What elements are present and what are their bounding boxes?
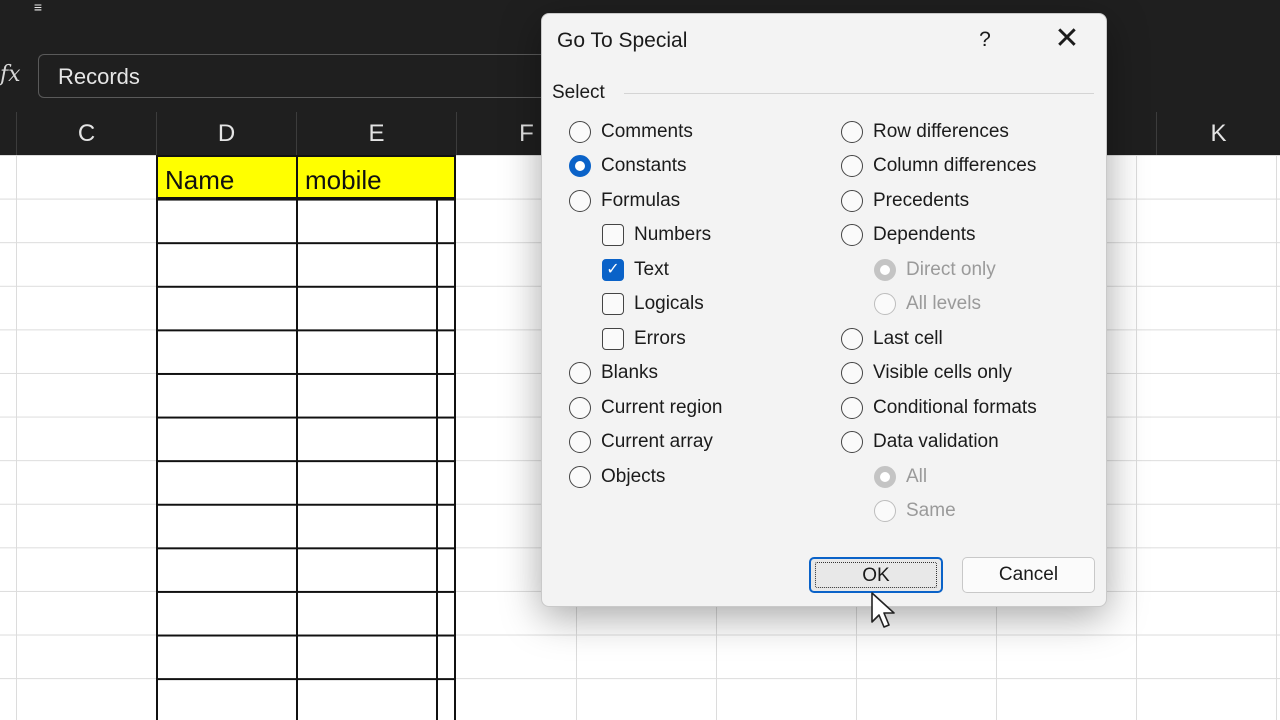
- option-label: Blanks: [601, 362, 659, 383]
- ok-button[interactable]: OK: [809, 557, 943, 593]
- option-visible-cells-only[interactable]: Visible cells only: [841, 358, 1012, 388]
- help-button[interactable]: ?: [970, 24, 1000, 56]
- option-text[interactable]: ✓ Text: [602, 255, 669, 285]
- radio-column-differences[interactable]: [841, 155, 863, 177]
- column-header-e[interactable]: E: [296, 112, 456, 155]
- option-label: Same: [906, 500, 956, 521]
- option-label: All: [906, 466, 928, 487]
- bordered-table[interactable]: [156, 155, 456, 720]
- option-label: Constants: [601, 155, 687, 176]
- option-current-region[interactable]: Current region: [569, 393, 722, 423]
- radio-formulas[interactable]: [569, 190, 591, 212]
- column-header-c[interactable]: C: [16, 112, 156, 155]
- option-direct-only: Direct only: [874, 255, 996, 285]
- option-precedents[interactable]: Precedents: [841, 186, 969, 216]
- cell-d-name[interactable]: Name: [156, 155, 298, 199]
- fx-icon[interactable]: fx: [0, 58, 24, 92]
- option-label: Direct only: [906, 259, 996, 280]
- option-all-levels: All levels: [874, 289, 981, 319]
- cell-e-mobile[interactable]: mobile: [296, 155, 456, 199]
- formula-value: Records: [58, 64, 140, 89]
- option-conditional-formats[interactable]: Conditional formats: [841, 393, 1037, 423]
- option-label: Row differences: [873, 121, 1009, 142]
- option-same: Same: [874, 496, 956, 526]
- radio-conditional-formats[interactable]: [841, 397, 863, 419]
- option-label: Errors: [634, 328, 686, 349]
- radio-current-region[interactable]: [569, 397, 591, 419]
- radio-comments[interactable]: [569, 121, 591, 143]
- radio-blanks[interactable]: [569, 362, 591, 384]
- option-label: Comments: [601, 121, 693, 142]
- option-errors[interactable]: Errors: [602, 324, 686, 354]
- option-formulas[interactable]: Formulas: [569, 186, 680, 216]
- option-label: All levels: [906, 293, 981, 314]
- radio-current-array[interactable]: [569, 431, 591, 453]
- option-logicals[interactable]: Logicals: [602, 289, 704, 319]
- radio-visible-cells-only[interactable]: [841, 362, 863, 384]
- radio-all-levels: [874, 293, 896, 315]
- radio-constants[interactable]: [569, 155, 591, 177]
- checkbox-text[interactable]: ✓: [602, 259, 624, 281]
- option-label: Logicals: [634, 293, 704, 314]
- option-all: All: [874, 462, 927, 492]
- radio-all: [874, 466, 896, 488]
- option-label: Current region: [601, 397, 723, 418]
- group-divider: [624, 93, 1094, 94]
- option-label: Last cell: [873, 328, 943, 349]
- option-label: Numbers: [634, 224, 712, 245]
- focus-ring: [815, 562, 937, 588]
- option-objects[interactable]: Objects: [569, 462, 665, 492]
- radio-row-differences[interactable]: [841, 121, 863, 143]
- column-header-k[interactable]: K: [1156, 112, 1280, 155]
- option-column-differences[interactable]: Column differences: [841, 151, 1036, 181]
- radio-data-validation[interactable]: [841, 431, 863, 453]
- option-label: Formulas: [601, 190, 681, 211]
- radio-dependents[interactable]: [841, 224, 863, 246]
- option-label: Conditional formats: [873, 397, 1037, 418]
- option-row-differences[interactable]: Row differences: [841, 117, 1009, 147]
- go-to-special-dialog: Go To Special ? ✕ Select Comments Consta…: [541, 13, 1107, 607]
- close-button[interactable]: ✕: [1050, 22, 1084, 56]
- option-numbers[interactable]: Numbers: [602, 220, 711, 250]
- radio-precedents[interactable]: [841, 190, 863, 212]
- option-label: Dependents: [873, 224, 976, 245]
- quick-access-customize-icon[interactable]: ≡: [28, 0, 48, 18]
- option-comments[interactable]: Comments: [569, 117, 693, 147]
- radio-same: [874, 500, 896, 522]
- radio-direct-only: [874, 259, 896, 281]
- option-last-cell[interactable]: Last cell: [841, 324, 943, 354]
- radio-last-cell[interactable]: [841, 328, 863, 350]
- option-dependents[interactable]: Dependents: [841, 220, 975, 250]
- option-label: Column differences: [873, 155, 1037, 176]
- checkbox-errors[interactable]: [602, 328, 624, 350]
- checkbox-logicals[interactable]: [602, 293, 624, 315]
- mouse-pointer-icon: [871, 592, 895, 628]
- option-label: Objects: [601, 466, 666, 487]
- option-label: Text: [634, 259, 669, 280]
- option-label: Visible cells only: [873, 362, 1013, 383]
- option-data-validation[interactable]: Data validation: [841, 427, 999, 457]
- column-header-d[interactable]: D: [156, 112, 296, 155]
- option-constants[interactable]: Constants: [569, 151, 687, 181]
- checkbox-numbers[interactable]: [602, 224, 624, 246]
- option-label: Precedents: [873, 190, 970, 211]
- dialog-title: Go To Special: [557, 29, 688, 52]
- option-label: Data validation: [873, 431, 999, 452]
- option-blanks[interactable]: Blanks: [569, 358, 658, 388]
- select-group-label: Select: [552, 82, 605, 103]
- radio-objects[interactable]: [569, 466, 591, 488]
- cancel-button[interactable]: Cancel: [962, 557, 1095, 593]
- option-label: Current array: [601, 431, 713, 452]
- option-current-array[interactable]: Current array: [569, 427, 713, 457]
